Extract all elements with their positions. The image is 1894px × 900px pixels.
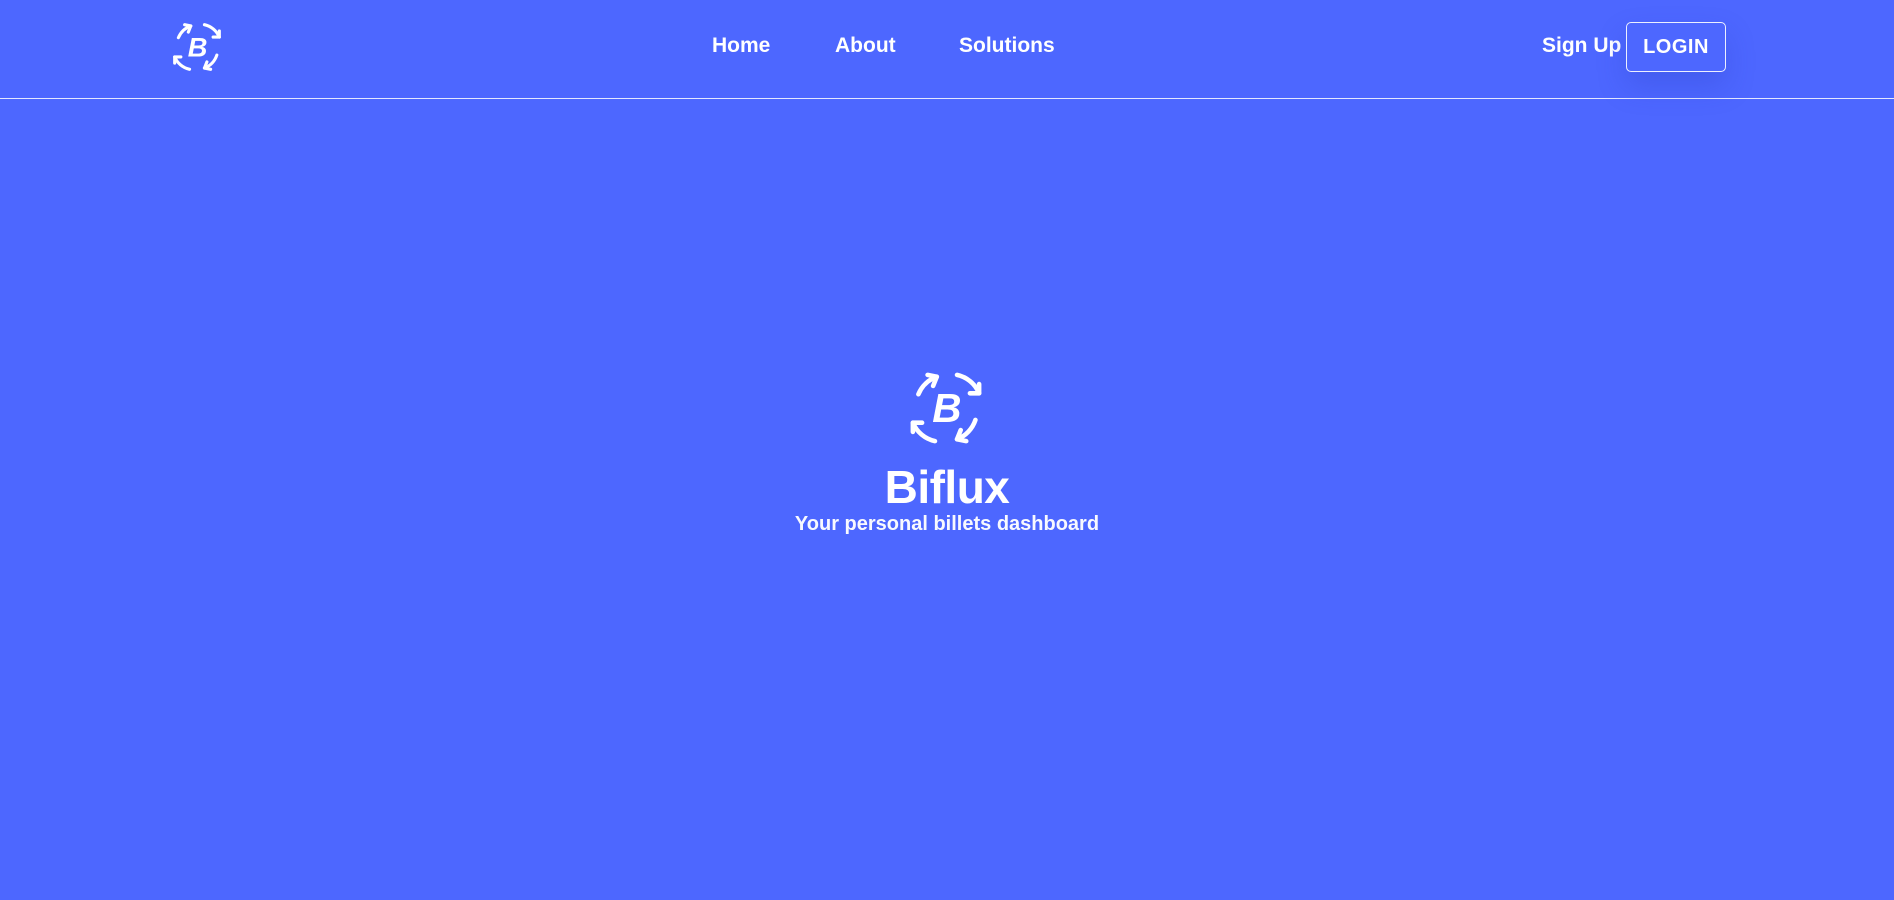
biflux-logo-icon: B [910,372,982,444]
brand-tagline: Your personal billets dashboard [794,513,1100,535]
top-navbar: B Home About Solutions Sign Up LOGIN [0,0,1894,99]
svg-text:B: B [932,385,961,431]
svg-text:B: B [188,31,208,62]
landing-page: B Home About Solutions Sign Up LOGIN B B… [0,0,1894,900]
login-button[interactable]: LOGIN [1626,22,1726,72]
nav-solutions-link[interactable]: Solutions [959,34,1055,58]
hero-section: B Biflux Your personal billets dashboard [0,99,1894,900]
nav-about-link[interactable]: About [835,34,896,58]
home-logo-link[interactable]: B [166,16,228,78]
signup-link[interactable]: Sign Up [1542,34,1621,58]
biflux-logo-icon: B [173,23,221,71]
nav-home-link[interactable]: Home [712,34,770,58]
brand-title: Biflux [884,461,1010,513]
